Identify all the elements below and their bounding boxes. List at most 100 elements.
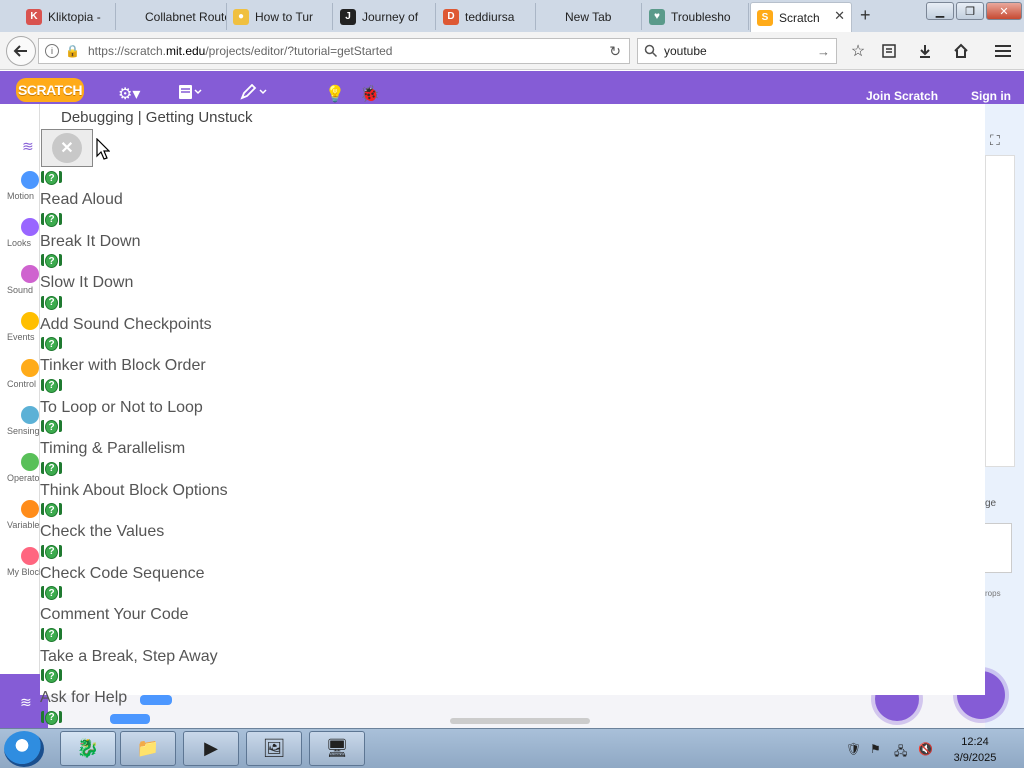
- code-tab-icon[interactable]: ≋: [22, 138, 34, 155]
- reading-list-icon[interactable]: [875, 37, 903, 65]
- tab-label: Scratch: [779, 10, 820, 25]
- tutorial-title: Debugging | Getting Unstuck: [61, 109, 253, 126]
- taskbar-media-player-icon[interactable]: ▶: [183, 731, 239, 766]
- debug-bug-icon: ?: [41, 666, 62, 684]
- block-category[interactable]: Sound: [7, 265, 40, 295]
- taskbar-explorer-icon[interactable]: 📁: [120, 731, 176, 766]
- taskbar-picture-icon[interactable]: 🖼: [246, 731, 302, 766]
- scratch-logo[interactable]: SCRATCH: [16, 78, 84, 102]
- bookmark-star-icon[interactable]: ☆: [844, 37, 872, 65]
- home-icon[interactable]: [947, 37, 975, 65]
- reload-icon[interactable]: ↻: [609, 43, 621, 60]
- volume-muted-icon[interactable]: 🔇: [918, 742, 933, 756]
- search-value: youtube: [664, 44, 707, 58]
- category-dot-icon: [21, 547, 39, 565]
- browser-tab[interactable]: Dteddiursa: [437, 3, 536, 30]
- network-icon[interactable]: 🖧: [894, 742, 907, 763]
- backdrop-thumbnail[interactable]: [985, 523, 1012, 573]
- sign-in-link[interactable]: Sign in: [971, 89, 1011, 103]
- taskbar-browser-icon[interactable]: 🐉: [60, 731, 116, 766]
- tutorial-item[interactable]: Add Sound Checkpoints: [40, 316, 212, 334]
- start-button[interactable]: [4, 731, 44, 767]
- taskbar-remote-desktop-icon[interactable]: 🖥: [309, 731, 365, 766]
- debug-bug-icon[interactable]: 🐞: [360, 84, 380, 104]
- search-go-icon[interactable]: →: [817, 44, 830, 59]
- join-scratch-link[interactable]: Join Scratch: [866, 89, 938, 103]
- lock-icon: 🔒: [65, 44, 80, 58]
- add-extension-icon[interactable]: ≋: [20, 694, 32, 711]
- tutorial-item[interactable]: Read Aloud: [40, 191, 123, 209]
- search-icon: [644, 44, 658, 58]
- tutorial-item[interactable]: Check the Values: [40, 523, 164, 541]
- url-host: mit.edu: [165, 44, 206, 58]
- browser-tab[interactable]: Collabnet Route: [117, 3, 227, 30]
- clock-date: 3/9/2025: [953, 752, 997, 764]
- stage-canvas[interactable]: [985, 155, 1015, 467]
- scratch-favicon-icon: S: [757, 9, 773, 26]
- settings-gear-icon[interactable]: ⚙▾: [118, 84, 140, 104]
- blank-favicon-icon: [543, 8, 559, 25]
- tutorial-item[interactable]: Ask for Help: [40, 689, 127, 707]
- tutorial-item[interactable]: Check Code Sequence: [40, 565, 205, 583]
- address-bar[interactable]: i 🔒 https://scratch. mit.edu/projects/edi…: [38, 38, 630, 64]
- tutorial-item[interactable]: Take a Break, Step Away: [40, 648, 218, 666]
- info-icon[interactable]: i: [45, 44, 59, 58]
- category-dot-icon: [21, 171, 39, 189]
- tutorial-overlay: Debugging | Getting Unstuck ✕ ? Read Alou…: [40, 104, 985, 748]
- search-input[interactable]: youtube →: [637, 38, 837, 64]
- debug-bug-icon: ?: [41, 500, 62, 518]
- tutorial-item[interactable]: Comment Your Code: [40, 606, 189, 624]
- security-shield-icon[interactable]: 🛡: [846, 742, 861, 756]
- workspace-scrollbar[interactable]: [450, 718, 590, 724]
- tutorial-item[interactable]: Think About Block Options: [40, 482, 228, 500]
- tutorial-close-button[interactable]: ✕: [41, 129, 93, 167]
- tab-label: Journey of: [362, 9, 419, 24]
- download-icon[interactable]: [911, 37, 939, 65]
- debug-bug-icon: ?: [41, 708, 62, 726]
- journey-favicon-icon: J: [340, 8, 356, 25]
- block-category[interactable]: My Blocks: [7, 547, 48, 577]
- new-tab-button[interactable]: +: [860, 5, 871, 26]
- maximize-button[interactable]: ❐: [956, 2, 984, 20]
- block-category[interactable]: Variables: [7, 500, 44, 530]
- tab-label: Troublesho: [671, 9, 731, 24]
- category-dot-icon: [21, 500, 39, 518]
- tutorial-item[interactable]: Timing & Parallelism: [40, 440, 185, 458]
- block-category[interactable]: Control: [7, 359, 40, 389]
- troubleshoot-favicon-icon: ♥: [649, 8, 665, 25]
- browser-tab[interactable]: S Scratch ✕: [750, 2, 852, 32]
- debug-bug-icon: ?: [41, 542, 62, 560]
- back-arrow-icon: [13, 45, 27, 57]
- minimize-button[interactable]: ▁: [926, 2, 954, 20]
- edit-pencil-icon[interactable]: [240, 83, 268, 105]
- tutorial-item[interactable]: Tinker with Block Order: [40, 357, 206, 375]
- back-button[interactable]: [6, 36, 36, 66]
- tutorial-item[interactable]: Break It Down: [40, 233, 140, 251]
- category-dot-icon: [21, 218, 39, 236]
- fullscreen-icon[interactable]: ⛶: [990, 132, 1000, 149]
- file-menu-icon[interactable]: [178, 84, 202, 105]
- debug-bug-icon: ?: [41, 417, 62, 435]
- close-window-button[interactable]: ✕: [986, 2, 1022, 20]
- tutorials-lightbulb-icon[interactable]: 💡: [325, 84, 345, 104]
- block-category[interactable]: Looks: [7, 218, 40, 248]
- tutorial-item[interactable]: To Loop or Not to Loop: [40, 399, 203, 417]
- mouse-cursor-icon: [96, 138, 110, 160]
- block-category[interactable]: Events: [7, 312, 40, 342]
- browser-tab[interactable]: New Tab: [537, 3, 642, 30]
- tutorial-item[interactable]: Slow It Down: [40, 274, 133, 292]
- browser-tab[interactable]: K Kliktopia -: [20, 3, 116, 30]
- browser-tab[interactable]: ● How to Tur: [227, 3, 333, 30]
- debug-bug-icon: ?: [41, 376, 62, 394]
- block-category[interactable]: Sensing: [7, 406, 40, 436]
- taskbar-clock[interactable]: 12:24 3/9/2025: [950, 734, 1000, 766]
- browser-tab[interactable]: ♥ Troublesho: [643, 3, 749, 30]
- block-category[interactable]: Motion: [7, 171, 40, 201]
- category-dot-icon: [21, 265, 39, 283]
- block-category[interactable]: Operators: [7, 453, 47, 483]
- browser-tab[interactable]: J Journey of: [334, 3, 436, 30]
- action-flag-icon[interactable]: ⚑: [870, 742, 881, 756]
- tab-label: Kliktopia -: [48, 9, 101, 24]
- menu-icon[interactable]: [989, 37, 1017, 65]
- tab-close-icon[interactable]: ✕: [834, 8, 845, 24]
